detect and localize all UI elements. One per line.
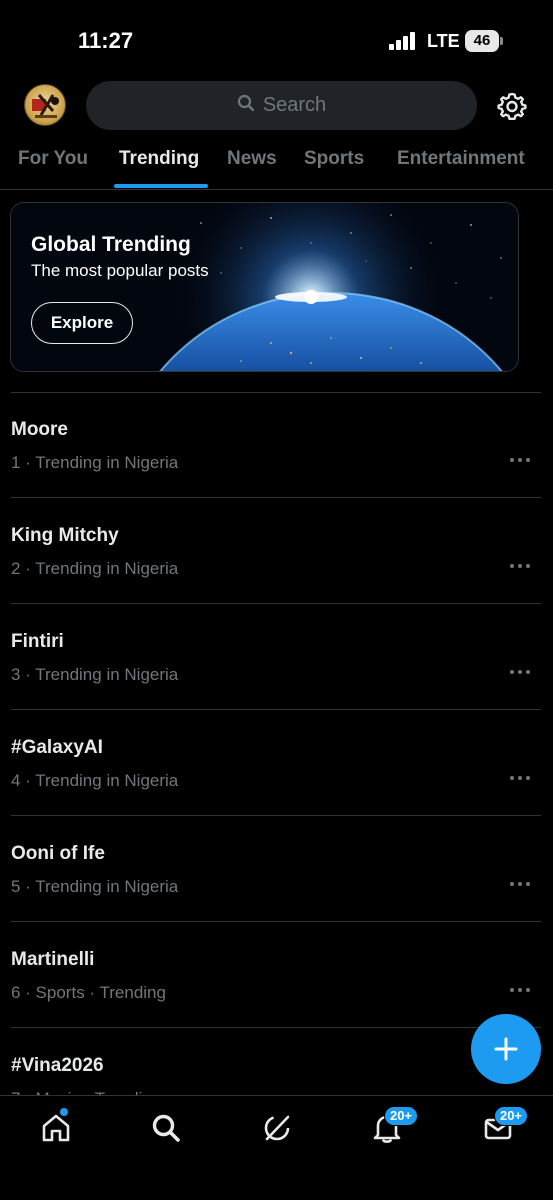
- signal-icon: [389, 32, 415, 50]
- gear-icon[interactable]: [497, 91, 527, 121]
- trend-meta: 3 · Trending in Nigeria: [11, 665, 179, 684]
- tab-trending[interactable]: Trending: [119, 148, 199, 170]
- bottom-nav: 20+ 20+: [0, 1095, 553, 1200]
- more-options-icon[interactable]: [510, 670, 532, 676]
- network-type: LTE: [427, 31, 460, 51]
- trends-list: Moore 1 · Trending in Nigeria King Mitch…: [0, 392, 553, 1134]
- trend-meta: 4 · Trending in Nigeria: [11, 771, 179, 790]
- more-options-icon[interactable]: [510, 988, 532, 994]
- trend-name: #GalaxyAI: [11, 737, 103, 758]
- more-options-icon[interactable]: [510, 882, 532, 888]
- banner-title: Global Trending: [31, 233, 191, 256]
- trend-name: Ooni of Ife: [11, 843, 105, 864]
- trend-name: #Vina2026: [11, 1055, 104, 1076]
- trend-item[interactable]: Ooni of Ife 5 · Trending in Nigeria: [0, 816, 553, 922]
- search-bar[interactable]: Search: [86, 81, 477, 130]
- profile-avatar[interactable]: [24, 84, 66, 126]
- tab-for-you[interactable]: For You: [18, 148, 88, 170]
- plus-icon: [494, 1037, 518, 1061]
- search-icon[interactable]: [150, 1112, 182, 1144]
- status-time: 11:27: [78, 28, 134, 53]
- search-icon: [237, 94, 255, 117]
- earth-image: [11, 203, 518, 371]
- trend-item[interactable]: Fintiri 3 · Trending in Nigeria: [0, 604, 553, 710]
- trend-meta: 6 · Sports · Trending: [11, 983, 166, 1002]
- status-bar: 11:27 LTE 46: [0, 0, 553, 80]
- messages-badge: 20+: [494, 1106, 528, 1126]
- more-options-icon[interactable]: [510, 564, 532, 570]
- home-icon[interactable]: [40, 1112, 72, 1144]
- tab-bar: For You Trending News Sports Entertainme…: [0, 140, 553, 190]
- trend-meta: 2 · Trending in Nigeria: [11, 559, 179, 578]
- trend-item[interactable]: King Mitchy 2 · Trending in Nigeria: [0, 498, 553, 604]
- more-options-icon[interactable]: [510, 458, 532, 464]
- battery-level: 46: [473, 32, 491, 49]
- notifications-badge: 20+: [384, 1106, 418, 1126]
- more-options-icon[interactable]: [510, 776, 532, 782]
- home-unread-dot: [60, 1108, 68, 1116]
- explore-button[interactable]: Explore: [31, 302, 133, 344]
- trend-name: Martinelli: [11, 949, 95, 970]
- compose-button[interactable]: [471, 1014, 541, 1084]
- trend-meta: 5 · Trending in Nigeria: [11, 877, 179, 896]
- tab-sports[interactable]: Sports: [304, 148, 364, 170]
- tab-news[interactable]: News: [227, 148, 277, 170]
- trend-name: King Mitchy: [11, 525, 119, 546]
- grok-icon[interactable]: [261, 1112, 293, 1144]
- trend-meta: 1 · Trending in Nigeria: [11, 453, 179, 472]
- trend-name: Moore: [11, 419, 68, 440]
- trend-name: Fintiri: [11, 631, 64, 652]
- trend-item[interactable]: #GalaxyAI 4 · Trending in Nigeria: [0, 710, 553, 816]
- trend-item[interactable]: Martinelli 6 · Sports · Trending: [0, 922, 553, 1028]
- banner-subtitle: The most popular posts: [31, 261, 209, 280]
- battery-icon: 46: [465, 30, 503, 52]
- trend-item[interactable]: Moore 1 · Trending in Nigeria: [0, 392, 553, 498]
- search-placeholder: Search: [262, 94, 327, 116]
- global-trending-banner[interactable]: Global Trending The most popular posts E…: [10, 202, 519, 372]
- tab-entertainment[interactable]: Entertainment: [397, 148, 525, 170]
- active-tab-indicator: [114, 184, 208, 188]
